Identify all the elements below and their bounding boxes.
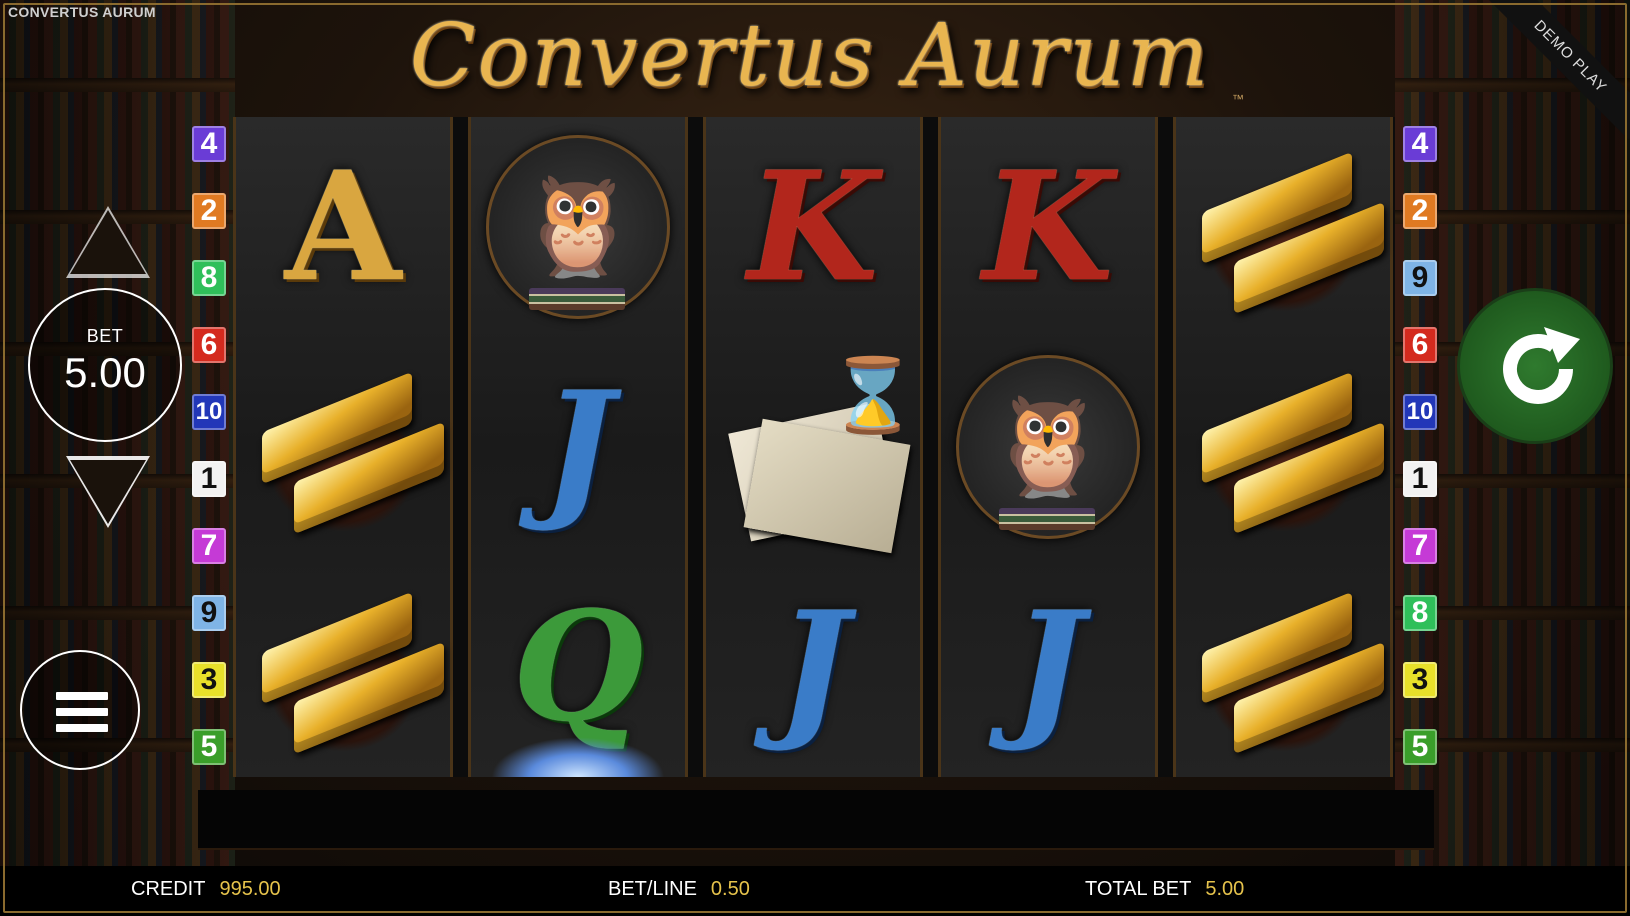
payline-badge-right[interactable]: 10 bbox=[1403, 394, 1437, 430]
reel-symbol: 🦉 bbox=[471, 117, 685, 337]
payline-badge-right[interactable]: 3 bbox=[1403, 662, 1437, 698]
betline-value: 0.50 bbox=[710, 878, 750, 900]
gold-bars-icon bbox=[1188, 362, 1384, 535]
credit-display: CREDIT 995.00 bbox=[131, 878, 281, 901]
logo-text: Convertus Aurum bbox=[409, 6, 1211, 106]
menu-button[interactable] bbox=[20, 650, 140, 770]
symbol-j: J bbox=[542, 359, 614, 535]
window-title: CONVERTUS AURUM bbox=[8, 4, 156, 20]
gold-bars-icon bbox=[248, 362, 444, 535]
game-logo: Convertus Aurum ™ bbox=[340, 0, 1280, 112]
reel-symbol bbox=[236, 337, 450, 557]
reel-symbol: 🦉 bbox=[941, 337, 1155, 557]
bet-decrease-button[interactable] bbox=[66, 456, 150, 528]
reel-symbol: J bbox=[471, 337, 685, 557]
betline-label: BET/LINE bbox=[608, 878, 697, 900]
bet-label: BET bbox=[86, 326, 124, 346]
credit-label: CREDIT bbox=[131, 878, 206, 900]
payline-badge-left[interactable]: 10 bbox=[192, 394, 226, 430]
total-bet-label: TOTAL BET bbox=[1085, 878, 1192, 900]
owl-icon: 🦉 bbox=[956, 355, 1140, 539]
payline-badge-right[interactable]: 1 bbox=[1403, 461, 1437, 497]
reel-1: A bbox=[233, 117, 453, 777]
payline-badge-right[interactable]: 4 bbox=[1403, 126, 1437, 162]
payline-badge-right[interactable]: 5 bbox=[1403, 729, 1437, 765]
payline-badge-left[interactable]: 8 bbox=[192, 260, 226, 296]
payline-badge-left[interactable]: 4 bbox=[192, 126, 226, 162]
spin-arrow-icon bbox=[1503, 327, 1580, 404]
game-window: CONVERTUS AURUM Convertus Aurum ™ DEMO P… bbox=[0, 0, 1630, 916]
symbol-k: K bbox=[747, 139, 879, 315]
payline-badge-right[interactable]: 8 bbox=[1403, 595, 1437, 631]
gold-bars-icon bbox=[1188, 582, 1384, 755]
reel-symbol: J bbox=[941, 557, 1155, 777]
blue-flame-icon bbox=[491, 737, 665, 777]
reel-symbol: K bbox=[706, 117, 920, 337]
payline-badge-left[interactable]: 9 bbox=[192, 595, 226, 631]
symbol-j: J bbox=[777, 579, 849, 755]
credit-value: 995.00 bbox=[219, 878, 281, 900]
payline-badge-left[interactable]: 2 bbox=[192, 193, 226, 229]
payline-badge-left[interactable]: 1 bbox=[192, 461, 226, 497]
payline-badge-left[interactable]: 7 bbox=[192, 528, 226, 564]
payline-badge-right[interactable]: 7 bbox=[1403, 528, 1437, 564]
payline-badge-right[interactable]: 2 bbox=[1403, 193, 1437, 229]
reel-symbol: Q bbox=[471, 557, 685, 777]
status-bar: CREDIT 995.00 BET/LINE 0.50 TOTAL BET 5.00 bbox=[0, 866, 1630, 916]
bet-value: 5.00 bbox=[64, 349, 146, 396]
payline-badge-left[interactable]: 3 bbox=[192, 662, 226, 698]
trademark: ™ bbox=[1232, 92, 1244, 106]
bet-increase-button[interactable] bbox=[66, 206, 150, 278]
reel-symbol bbox=[1176, 117, 1390, 337]
reel-symbol bbox=[1176, 337, 1390, 557]
symbol-j: J bbox=[1012, 579, 1084, 755]
payline-badge-left[interactable]: 5 bbox=[192, 729, 226, 765]
owl-icon: 🦉 bbox=[486, 135, 670, 319]
reel-2: 🦉 J Q bbox=[468, 117, 688, 777]
message-bar bbox=[198, 790, 1434, 850]
payline-badge-left[interactable]: 6 bbox=[192, 327, 226, 363]
bet-display: BET 5.00 bbox=[28, 288, 182, 442]
spin-button[interactable] bbox=[1457, 288, 1613, 444]
payline-badge-right[interactable]: 9 bbox=[1403, 260, 1437, 296]
reel-symbol: A bbox=[236, 117, 450, 337]
payline-badge-right[interactable]: 6 bbox=[1403, 327, 1437, 363]
reel-symbol: K bbox=[941, 117, 1155, 337]
reel-symbol bbox=[1176, 557, 1390, 777]
reel-area: A 🦉 J Q K ⌛ J K 🦉 J bbox=[233, 117, 1395, 777]
reel-symbol: J bbox=[706, 557, 920, 777]
symbol-k: K bbox=[982, 139, 1114, 315]
scroll-hourglass-icon: ⌛ bbox=[718, 347, 918, 554]
betline-display: BET/LINE 0.50 bbox=[608, 878, 750, 901]
gold-bars-icon bbox=[248, 582, 444, 755]
gold-bars-icon bbox=[1188, 142, 1384, 315]
reel-5 bbox=[1173, 117, 1393, 777]
reel-symbol: ⌛ bbox=[706, 337, 920, 557]
reel-symbol bbox=[236, 557, 450, 777]
reel-3: K ⌛ J bbox=[703, 117, 923, 777]
total-bet-value: 5.00 bbox=[1205, 878, 1245, 900]
total-bet-display: TOTAL BET 5.00 bbox=[1085, 878, 1244, 901]
reel-4: K 🦉 J bbox=[938, 117, 1158, 777]
symbol-q: Q bbox=[512, 579, 644, 755]
symbol-a: A bbox=[284, 139, 402, 315]
